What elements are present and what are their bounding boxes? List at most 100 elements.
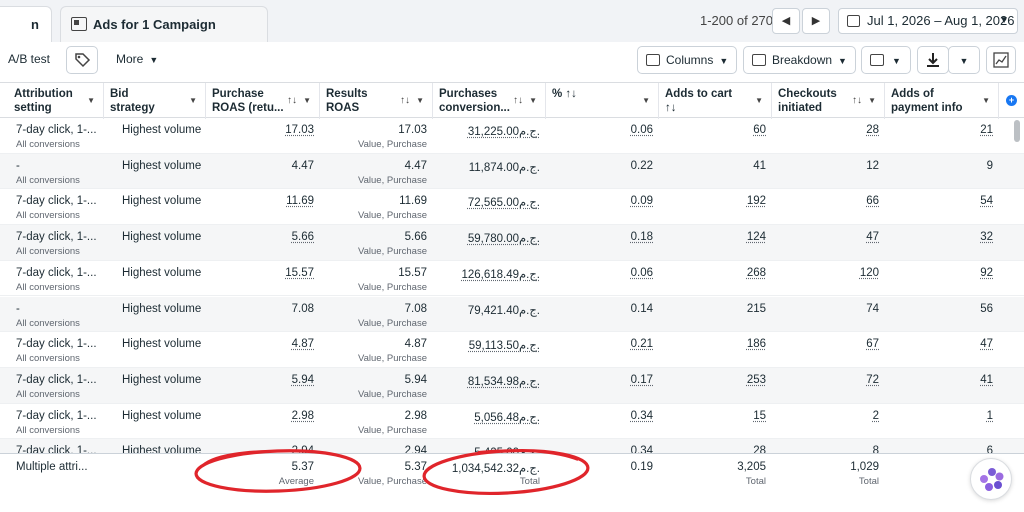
- cell-value: 11,874.00ج.م.: [468, 161, 540, 174]
- cell-payment: 41: [885, 368, 999, 403]
- cell-roas: 5.94: [206, 368, 320, 403]
- more-button[interactable]: More ▼: [108, 46, 167, 74]
- cell-subtext: All conversions: [16, 246, 80, 258]
- reports-button[interactable]: ▼: [861, 46, 911, 74]
- cell-atc: 41: [659, 154, 772, 189]
- pagination-range: 1-200 of 270: [700, 13, 774, 28]
- column-header-payment[interactable]: Adds of payment info ▼: [885, 83, 999, 119]
- total-subtext: Total: [519, 476, 540, 487]
- table-row[interactable]: - All conversions Highest volume 4.47 4.47 Va…: [0, 153, 1024, 190]
- table-row[interactable]: 7-day click, 1-...All conversionsHighest…: [0, 225, 1024, 261]
- chevron-down-icon[interactable]: ▼: [87, 94, 95, 108]
- breakdown-label: Breakdown: [772, 53, 833, 67]
- cell-attribution: 7-day click, 1-... All conversions: [8, 189, 104, 224]
- cell-subtext: Value, Purchase: [357, 210, 427, 222]
- calendar-icon: [847, 15, 860, 27]
- chevron-down-icon[interactable]: ▼: [416, 94, 424, 108]
- table-row[interactable]: 7-day click, 1-...All conversionsHighest…: [0, 261, 1024, 297]
- cell-value: 32: [980, 231, 993, 244]
- cell-subtext: All conversions: [16, 174, 80, 186]
- cell-conv: 31,225.00ج.م.: [433, 118, 546, 153]
- chevron-down-icon[interactable]: ▼: [529, 94, 537, 108]
- next-page-button[interactable]: ▶: [802, 8, 830, 34]
- total-atc: 3,205 Total: [659, 454, 772, 494]
- vertical-scrollbar[interactable]: [1014, 120, 1020, 142]
- cell-atc: 28: [659, 439, 772, 453]
- sort-icon[interactable]: ↑↓: [400, 94, 410, 108]
- cell-atc: 60: [659, 118, 772, 153]
- column-header-checkout[interactable]: Checkouts initiated ↑↓ ▼: [772, 83, 885, 119]
- table-row[interactable]: - All conversions Highest volume 7.08 7.08 Va…: [0, 296, 1024, 333]
- tab-ads-label: Ads for 1 Campaign: [93, 17, 216, 32]
- cell-pct: 0.06: [546, 118, 659, 153]
- cell-value: 72,565.00ج.م.: [467, 197, 540, 210]
- chevron-down-icon[interactable]: ▼: [868, 94, 876, 108]
- cell-results: 11.69 Value, Purchase: [320, 189, 433, 224]
- cell-value: 41: [753, 159, 766, 172]
- total-roas: 5.37 Average: [206, 454, 320, 494]
- chevron-down-icon[interactable]: ▼: [642, 94, 650, 108]
- cell-value: 81,534.98ج.م.: [467, 375, 540, 388]
- totals-row: Multiple attri... 5.37 Average 5.37 Value, P…: [0, 453, 1024, 512]
- cell-subtext: All conversions: [16, 388, 80, 400]
- chevron-down-icon[interactable]: ▼: [755, 94, 763, 108]
- total-subtext: Total: [745, 476, 766, 487]
- cell-bid: Highest volume: [104, 332, 206, 367]
- cell-subtext: Value, Purchase: [357, 317, 427, 329]
- tab-ads[interactable]: Ads for 1 Campaign: [60, 6, 268, 42]
- prev-page-button[interactable]: ◀: [772, 8, 800, 34]
- column-header-bid[interactable]: Bid strategy ▼: [104, 83, 206, 119]
- table-row[interactable]: 7-day click, 1-...All conversionsHighest…: [0, 332, 1024, 368]
- cell-value: 0.06: [630, 266, 653, 279]
- cell-value: 2.98: [291, 409, 314, 422]
- sort-icon[interactable]: ↑↓: [852, 94, 862, 108]
- chevron-down-icon: ▼: [838, 56, 847, 66]
- ai-assistant-button[interactable]: [970, 458, 1012, 500]
- cell-value: 56: [980, 302, 993, 315]
- chevron-down-icon[interactable]: ▼: [303, 94, 311, 108]
- column-header-label: Results ROAS: [326, 88, 368, 114]
- table-row[interactable]: 7-day click, 1-...All conversionsHighest…: [0, 118, 1024, 154]
- ab-test-button[interactable]: A/B test: [0, 46, 59, 74]
- cell-results: 5.94 Value, Purchase: [320, 368, 433, 403]
- export-menu-button[interactable]: ▼: [948, 46, 980, 74]
- chart-toggle-button[interactable]: [986, 46, 1016, 74]
- cell-value: 4.87: [404, 338, 427, 351]
- cell-bid: Highest volume: [104, 261, 206, 296]
- table-row[interactable]: 7-day click, 1-...All conversionsHighest…: [0, 439, 1024, 453]
- breakdown-button[interactable]: Breakdown ▼: [743, 46, 856, 74]
- cell-value: 7-day click, 1-...: [16, 445, 97, 453]
- column-header-label: Purchases conversion...: [439, 88, 510, 114]
- cell-value: 0.06: [630, 124, 653, 136]
- cell-payment: 1: [885, 404, 999, 439]
- column-header-atc[interactable]: Adds to cart ↑↓ ▼: [659, 83, 772, 119]
- total-subtext: Total: [858, 476, 879, 487]
- tab-campaigns[interactable]: n: [0, 6, 52, 42]
- tag-button[interactable]: [66, 46, 98, 74]
- cell-conv: 126,618.49ج.م.: [433, 261, 546, 296]
- column-header-label: % ↑↓: [552, 88, 577, 100]
- table-row[interactable]: 7-day click, 1-...All conversionsHighest…: [0, 189, 1024, 226]
- date-range-picker[interactable]: Jul 1, 2026 – Aug 1, 2026 ▼: [838, 8, 1018, 34]
- table-row[interactable]: 7-day click, 1-...All conversionsHighest…: [0, 367, 1024, 404]
- sort-icon[interactable]: ↑↓: [287, 94, 297, 108]
- columns-label: Columns: [666, 53, 714, 67]
- cell-value: 4.87: [291, 338, 314, 351]
- chevron-down-icon[interactable]: ▼: [982, 94, 990, 108]
- add-column-icon[interactable]: +: [1006, 95, 1017, 106]
- export-button[interactable]: [917, 46, 949, 74]
- table-row[interactable]: 7-day click, 1-...All conversionsHighest…: [0, 404, 1024, 440]
- column-header-results[interactable]: Results ROAS ↑↓ ▼: [320, 83, 433, 119]
- cell-subtext: Value, Purchase: [357, 353, 427, 365]
- column-header-pct[interactable]: % ↑↓ ▼: [546, 83, 659, 119]
- line-chart-icon: [993, 52, 1009, 68]
- column-header-roas[interactable]: Purchase ROAS (retu... ↑↓ ▼: [206, 83, 320, 119]
- sort-icon[interactable]: ↑↓: [513, 94, 523, 108]
- chevron-down-icon[interactable]: ▼: [189, 94, 197, 108]
- column-header-attribution[interactable]: Attribution setting ▼: [8, 83, 104, 119]
- column-header-conv[interactable]: Purchases conversion... ↑↓ ▼: [433, 83, 546, 119]
- total-conv: 1,034,542.32ج.م. Total: [433, 454, 546, 494]
- columns-button[interactable]: Columns ▼: [637, 46, 737, 74]
- cell-attribution: 7-day click, 1-... All conversions: [8, 368, 104, 403]
- cell-bid: Highest volume: [104, 189, 206, 224]
